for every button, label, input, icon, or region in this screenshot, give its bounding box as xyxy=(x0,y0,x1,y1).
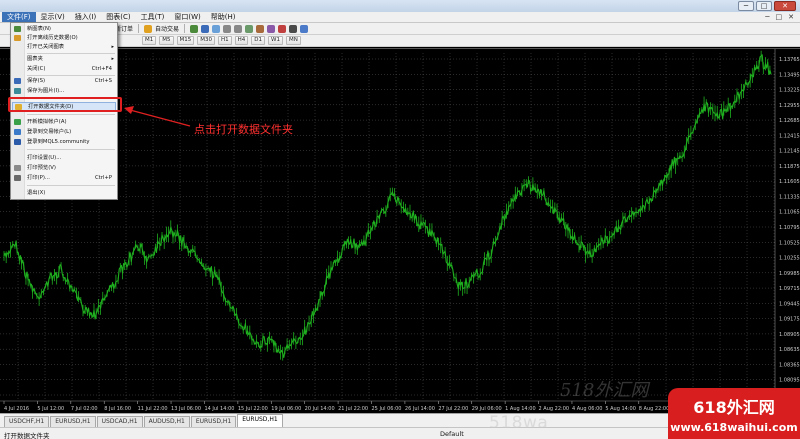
site-logo: 618外汇网 www.618waihui.com xyxy=(668,388,800,439)
watermark-bottom: 518wa xyxy=(489,413,549,433)
logo-line-1: 618外汇网 xyxy=(693,398,775,417)
mt4-window: ─ □ ✕ 文件(F) 显示(V) 插入(I) 图表(C) 工具(T) 窗口(W… xyxy=(0,0,800,439)
logo-line-2: www.618waihui.com xyxy=(670,421,798,434)
annotation-arrow xyxy=(124,106,191,127)
annotation-text: 点击打开数据文件夹 xyxy=(194,123,293,136)
watermark: 518外汇网 xyxy=(560,380,649,401)
